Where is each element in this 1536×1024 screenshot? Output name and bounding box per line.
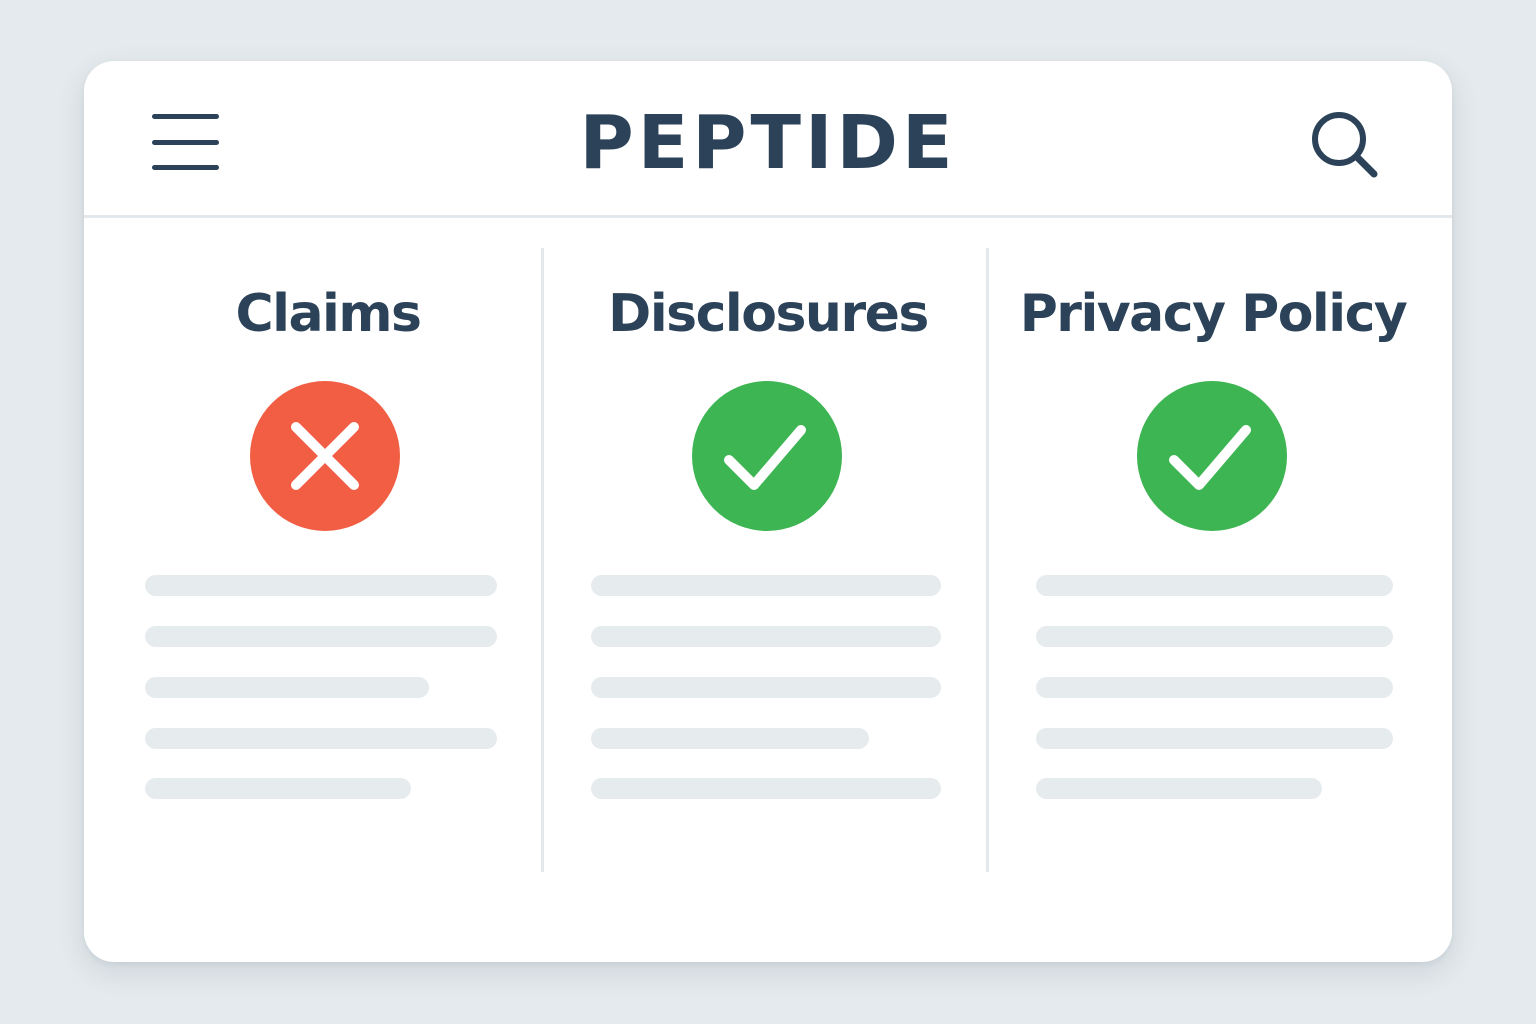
status-pass xyxy=(1136,380,1288,532)
app-header: PEPTIDE xyxy=(84,61,1452,218)
text-placeholder-line xyxy=(591,778,941,799)
app-title: PEPTIDE xyxy=(579,100,957,186)
column-divider xyxy=(541,248,544,872)
text-placeholder-line xyxy=(591,575,941,596)
text-placeholder-line xyxy=(145,728,497,749)
text-placeholder-line xyxy=(145,575,497,596)
status-fail xyxy=(249,380,401,532)
x-icon xyxy=(250,381,400,531)
text-placeholder-line xyxy=(145,626,497,647)
text-placeholder-line xyxy=(1036,677,1393,698)
column-claims: Claims xyxy=(106,215,550,935)
check-icon xyxy=(692,381,842,531)
column-disclosures: Disclosures xyxy=(546,215,990,935)
text-placeholder-line xyxy=(1036,626,1393,647)
menu-button[interactable] xyxy=(150,111,220,173)
text-placeholder-line xyxy=(591,677,941,698)
text-placeholder-line xyxy=(1036,728,1393,749)
text-placeholder-line xyxy=(591,728,869,749)
column-title-claims: Claims xyxy=(235,284,422,344)
text-placeholder-line xyxy=(145,677,429,698)
text-placeholder-line xyxy=(1036,778,1322,799)
search-button[interactable] xyxy=(1304,109,1384,181)
text-placeholder-line xyxy=(1036,575,1393,596)
status-pass xyxy=(691,380,843,532)
check-icon xyxy=(1137,381,1287,531)
review-card: PEPTIDE Claims Disclosures Privacy Polic… xyxy=(84,61,1452,962)
column-privacy-policy: Privacy Policy xyxy=(991,215,1435,935)
search-icon xyxy=(1312,112,1378,178)
column-title-privacy-policy: Privacy Policy xyxy=(1019,284,1408,344)
text-placeholder-line xyxy=(591,626,941,647)
text-placeholder-line xyxy=(145,778,411,799)
column-divider xyxy=(986,248,989,872)
column-title-disclosures: Disclosures xyxy=(608,284,929,344)
